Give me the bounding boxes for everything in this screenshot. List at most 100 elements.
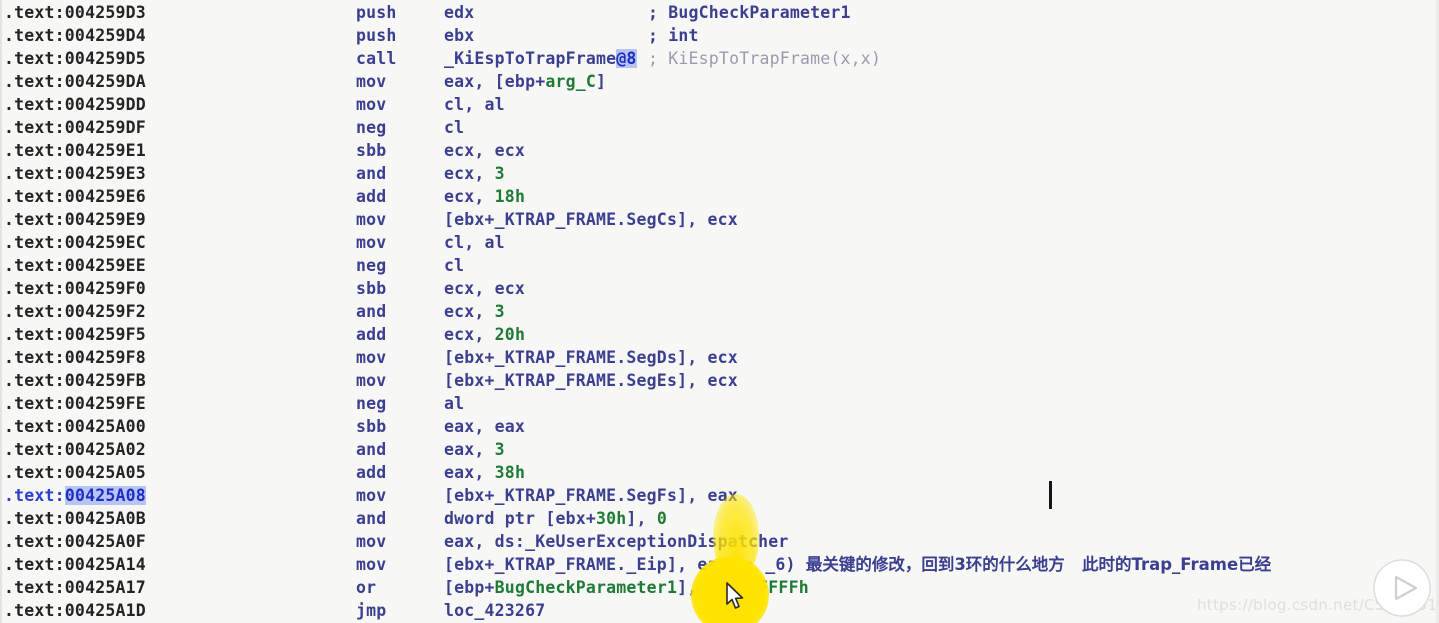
line-mnemonic[interactable]: mov — [356, 231, 386, 254]
line-operands[interactable]: ecx, 20h — [444, 323, 525, 346]
line-mnemonic[interactable]: mov — [356, 369, 386, 392]
disassembly-line[interactable]: .text:004259F0 sbb ecx, ecx — [0, 277, 1439, 300]
disassembly-line[interactable]: .text:004259E3 and ecx, 3 — [0, 162, 1439, 185]
line-address[interactable]: .text:004259D5 — [4, 47, 146, 70]
line-mnemonic[interactable]: mov — [356, 553, 386, 576]
disassembly-listing[interactable]: .text:004259D3 push edx ; BugCheckParameter… — [0, 0, 1439, 623]
line-operands[interactable]: ecx, ecx — [444, 277, 525, 300]
line-operands[interactable]: eax, 3 — [444, 438, 505, 461]
disassembly-line[interactable]: .text:004259FB mov [ebx+_KTRAP_FRAME.SegEs… — [0, 369, 1439, 392]
line-operands[interactable]: eax, ds:_KeUserExceptionDispatcher — [444, 530, 789, 553]
line-mnemonic[interactable]: add — [356, 323, 386, 346]
line-mnemonic[interactable]: or — [356, 576, 376, 599]
disassembly-line[interactable]: .text:004259EC mov cl, al — [0, 231, 1439, 254]
disassembly-line[interactable]: .text:004259D5 call _KiEspToTrapFrame@8 ; K… — [0, 47, 1439, 70]
disassembly-line[interactable]: .text:004259E9 mov [ebx+_KTRAP_FRAME.SegCs… — [0, 208, 1439, 231]
line-operands[interactable]: eax, 38h — [444, 461, 525, 484]
line-operands[interactable]: ecx, ecx — [444, 139, 525, 162]
line-mnemonic[interactable]: jmp — [356, 599, 386, 622]
line-operands[interactable]: [ebx+_KTRAP_FRAME.SegCs], ecx — [444, 208, 738, 231]
disassembly-line[interactable]: .text:004259F5 add ecx, 20h — [0, 323, 1439, 346]
line-address[interactable]: .text:004259D3 — [4, 1, 146, 24]
line-operands[interactable]: edx — [444, 1, 474, 24]
line-operands[interactable]: [ebx+_KTRAP_FRAME.SegFs], eax — [444, 484, 738, 507]
disassembly-line[interactable]: .text:004259F2 and ecx, 3 — [0, 300, 1439, 323]
line-operands[interactable]: loc_423267 — [444, 599, 545, 622]
line-mnemonic[interactable]: mov — [356, 208, 386, 231]
line-mnemonic[interactable]: and — [356, 162, 386, 185]
line-operands[interactable]: cl — [444, 254, 464, 277]
line-address[interactable]: .text:004259FE — [4, 392, 146, 415]
line-operands[interactable]: eax, [ebp+arg_C] — [444, 70, 606, 93]
line-mnemonic[interactable]: push — [356, 24, 397, 47]
disassembly-line[interactable]: .text:00425A05 add eax, 38h — [0, 461, 1439, 484]
line-operands[interactable]: _KiEspToTrapFrame@8 — [444, 47, 637, 70]
line-address[interactable]: .text:004259E6 — [4, 185, 146, 208]
line-mnemonic[interactable]: sbb — [356, 415, 386, 438]
line-operands[interactable]: ecx, 18h — [444, 185, 525, 208]
line-comment[interactable]: ; BugCheckParameter1 — [648, 1, 851, 24]
disassembly-line[interactable]: .text:004259DA mov eax, [ebp+arg_C] — [0, 70, 1439, 93]
line-mnemonic[interactable]: call — [356, 47, 397, 70]
line-mnemonic[interactable]: mov — [356, 346, 386, 369]
line-address[interactable]: .text:004259F8 — [4, 346, 146, 369]
line-operands[interactable]: dword ptr [ebx+30h], 0 — [444, 507, 667, 530]
line-operands[interactable]: eax, eax — [444, 415, 525, 438]
disassembly-line[interactable]: .text:004259DD mov cl, al — [0, 93, 1439, 116]
line-mnemonic[interactable]: sbb — [356, 277, 386, 300]
line-operands[interactable]: al — [444, 392, 464, 415]
line-address[interactable]: .text:004259EE — [4, 254, 146, 277]
disassembly-line[interactable]: .text:004259E6 add ecx, 18h — [0, 185, 1439, 208]
line-operands[interactable]: [ebx+_KTRAP_FRAME.SegEs], ecx — [444, 369, 738, 392]
line-mnemonic[interactable]: neg — [356, 116, 386, 139]
line-mnemonic[interactable]: and — [356, 300, 386, 323]
line-address[interactable]: .text:00425A14 — [4, 553, 146, 576]
line-mnemonic[interactable]: add — [356, 185, 386, 208]
line-address[interactable]: .text:00425A05 — [4, 461, 146, 484]
line-mnemonic[interactable]: neg — [356, 254, 386, 277]
line-mnemonic[interactable]: sbb — [356, 139, 386, 162]
line-mnemonic[interactable]: and — [356, 438, 386, 461]
line-address[interactable]: .text:004259F0 — [4, 277, 146, 300]
line-mnemonic[interactable]: mov — [356, 70, 386, 93]
line-mnemonic[interactable]: and — [356, 507, 386, 530]
line-address[interactable]: .text:004259E9 — [4, 208, 146, 231]
disassembly-line[interactable]: .text:004259E1 sbb ecx, ecx — [0, 139, 1439, 162]
line-mnemonic[interactable]: mov — [356, 484, 386, 507]
line-trailing-comment[interactable]: ; _6) 最关键的修改，回到3环的什么地方 此时的Trap_Frame已经 — [745, 553, 1271, 576]
disassembly-line[interactable]: .text:00425A08 mov [ebx+_KTRAP_FRAME.SegFs… — [0, 484, 1439, 507]
disassembly-line[interactable]: .text:00425A02 and eax, 3 — [0, 438, 1439, 461]
line-operands[interactable]: [ebx+_KTRAP_FRAME.SegDs], ecx — [444, 346, 738, 369]
line-operands[interactable]: cl, al — [444, 231, 505, 254]
line-comment[interactable]: ; KiEspToTrapFrame(x,x) — [648, 47, 881, 70]
disassembly-line[interactable]: .text:00425A0B and dword ptr [ebx+30h], 0 — [0, 507, 1439, 530]
line-address[interactable]: .text:004259DA — [4, 70, 146, 93]
line-operands[interactable]: ecx, 3 — [444, 300, 505, 323]
line-address[interactable]: .text:00425A00 — [4, 415, 146, 438]
line-mnemonic[interactable]: add — [356, 461, 386, 484]
line-operands[interactable]: cl — [444, 116, 464, 139]
line-mnemonic[interactable]: mov — [356, 93, 386, 116]
line-operands[interactable]: ecx, 3 — [444, 162, 505, 185]
line-comment[interactable]: ; int — [648, 24, 699, 47]
line-mnemonic[interactable]: neg — [356, 392, 386, 415]
line-address[interactable]: .text:00425A0F — [4, 530, 146, 553]
disassembly-line[interactable]: .text:00425A14 mov [ebx+_KTRAP_FRAME._Eip]… — [0, 553, 1439, 576]
line-mnemonic[interactable]: push — [356, 1, 397, 24]
line-address[interactable]: .text:00425A0B — [4, 507, 146, 530]
disassembly-line[interactable]: .text:004259EE neg cl — [0, 254, 1439, 277]
line-address[interactable]: .text:004259F2 — [4, 300, 146, 323]
line-address[interactable]: .text:004259FB — [4, 369, 146, 392]
line-operands[interactable]: [ebx+_KTRAP_FRAME._Eip], eax — [444, 553, 728, 576]
disassembly-line[interactable]: .text:004259FE neg al — [0, 392, 1439, 415]
line-address[interactable]: .text:004259F5 — [4, 323, 146, 346]
line-mnemonic[interactable]: mov — [356, 530, 386, 553]
line-address[interactable]: .text:004259E1 — [4, 139, 146, 162]
line-address[interactable]: .text:00425A02 — [4, 438, 146, 461]
disassembly-line[interactable]: .text:004259D4 push ebx ; int — [0, 24, 1439, 47]
disassembly-line[interactable]: .text:00425A00 sbb eax, eax — [0, 415, 1439, 438]
line-address[interactable]: .text:004259DD — [4, 93, 146, 116]
line-operands[interactable]: [ebp+BugCheckParameter1], 0FFFFFFFFh — [444, 576, 809, 599]
disassembly-line[interactable]: .text:004259F8 mov [ebx+_KTRAP_FRAME.SegDs… — [0, 346, 1439, 369]
line-address[interactable]: .text:00425A17 — [4, 576, 146, 599]
